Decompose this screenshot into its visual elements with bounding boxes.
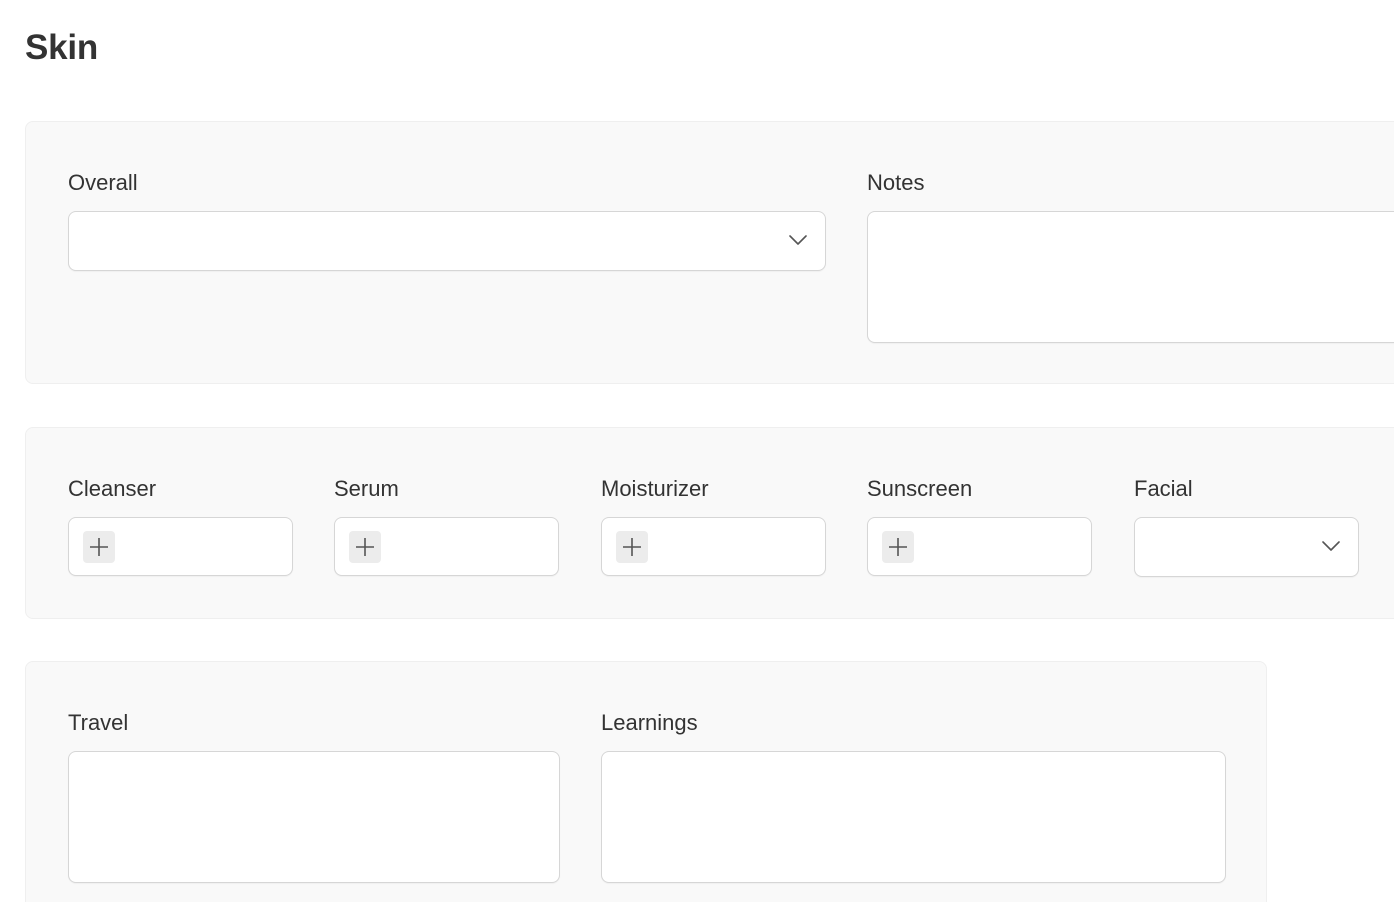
skin-page: Skin Overall Notes Cleanser Serum Moistu…	[0, 0, 1394, 902]
moisturizer-input[interactable]	[601, 517, 826, 576]
plus-icon[interactable]	[83, 531, 115, 563]
field-label-notes: Notes	[867, 170, 925, 195]
field-label-sunscreen: Sunscreen	[867, 476, 973, 501]
field-label-serum: Serum	[334, 476, 399, 501]
notes-textarea[interactable]	[867, 211, 1394, 343]
field-overall: Overall	[68, 170, 826, 271]
cleanser-input[interactable]	[68, 517, 293, 576]
field-label-facial: Facial	[1134, 476, 1193, 501]
field-label-cleanser: Cleanser	[68, 476, 157, 501]
field-label-travel: Travel	[68, 710, 129, 735]
field-moisturizer: Moisturizer	[601, 476, 826, 576]
field-cleanser: Cleanser	[68, 476, 293, 576]
field-label-learnings: Learnings	[601, 710, 698, 735]
field-sunscreen: Sunscreen	[867, 476, 1092, 576]
chevron-down-icon	[1322, 541, 1340, 551]
overall-select[interactable]	[68, 211, 826, 271]
field-notes: Notes	[867, 170, 1394, 343]
field-facial: Facial	[1134, 476, 1359, 577]
serum-input[interactable]	[334, 517, 559, 576]
field-label-overall: Overall	[68, 170, 138, 195]
section-overall-notes: Overall Notes	[25, 121, 1394, 384]
learnings-textarea[interactable]	[601, 751, 1226, 883]
field-label-moisturizer: Moisturizer	[601, 476, 709, 501]
field-travel: Travel	[68, 710, 560, 883]
plus-icon[interactable]	[616, 531, 648, 563]
plus-icon[interactable]	[349, 531, 381, 563]
facial-select[interactable]	[1134, 517, 1359, 577]
sunscreen-input[interactable]	[867, 517, 1092, 576]
chevron-down-icon	[789, 235, 807, 245]
section-travel-learnings: Travel Learnings	[25, 661, 1267, 902]
section-products: Cleanser Serum Moisturizer Sunscreen Fac…	[25, 427, 1394, 619]
field-serum: Serum	[334, 476, 559, 576]
field-learnings: Learnings	[601, 710, 1226, 883]
page-title: Skin	[25, 28, 99, 67]
plus-icon[interactable]	[882, 531, 914, 563]
travel-textarea[interactable]	[68, 751, 560, 883]
